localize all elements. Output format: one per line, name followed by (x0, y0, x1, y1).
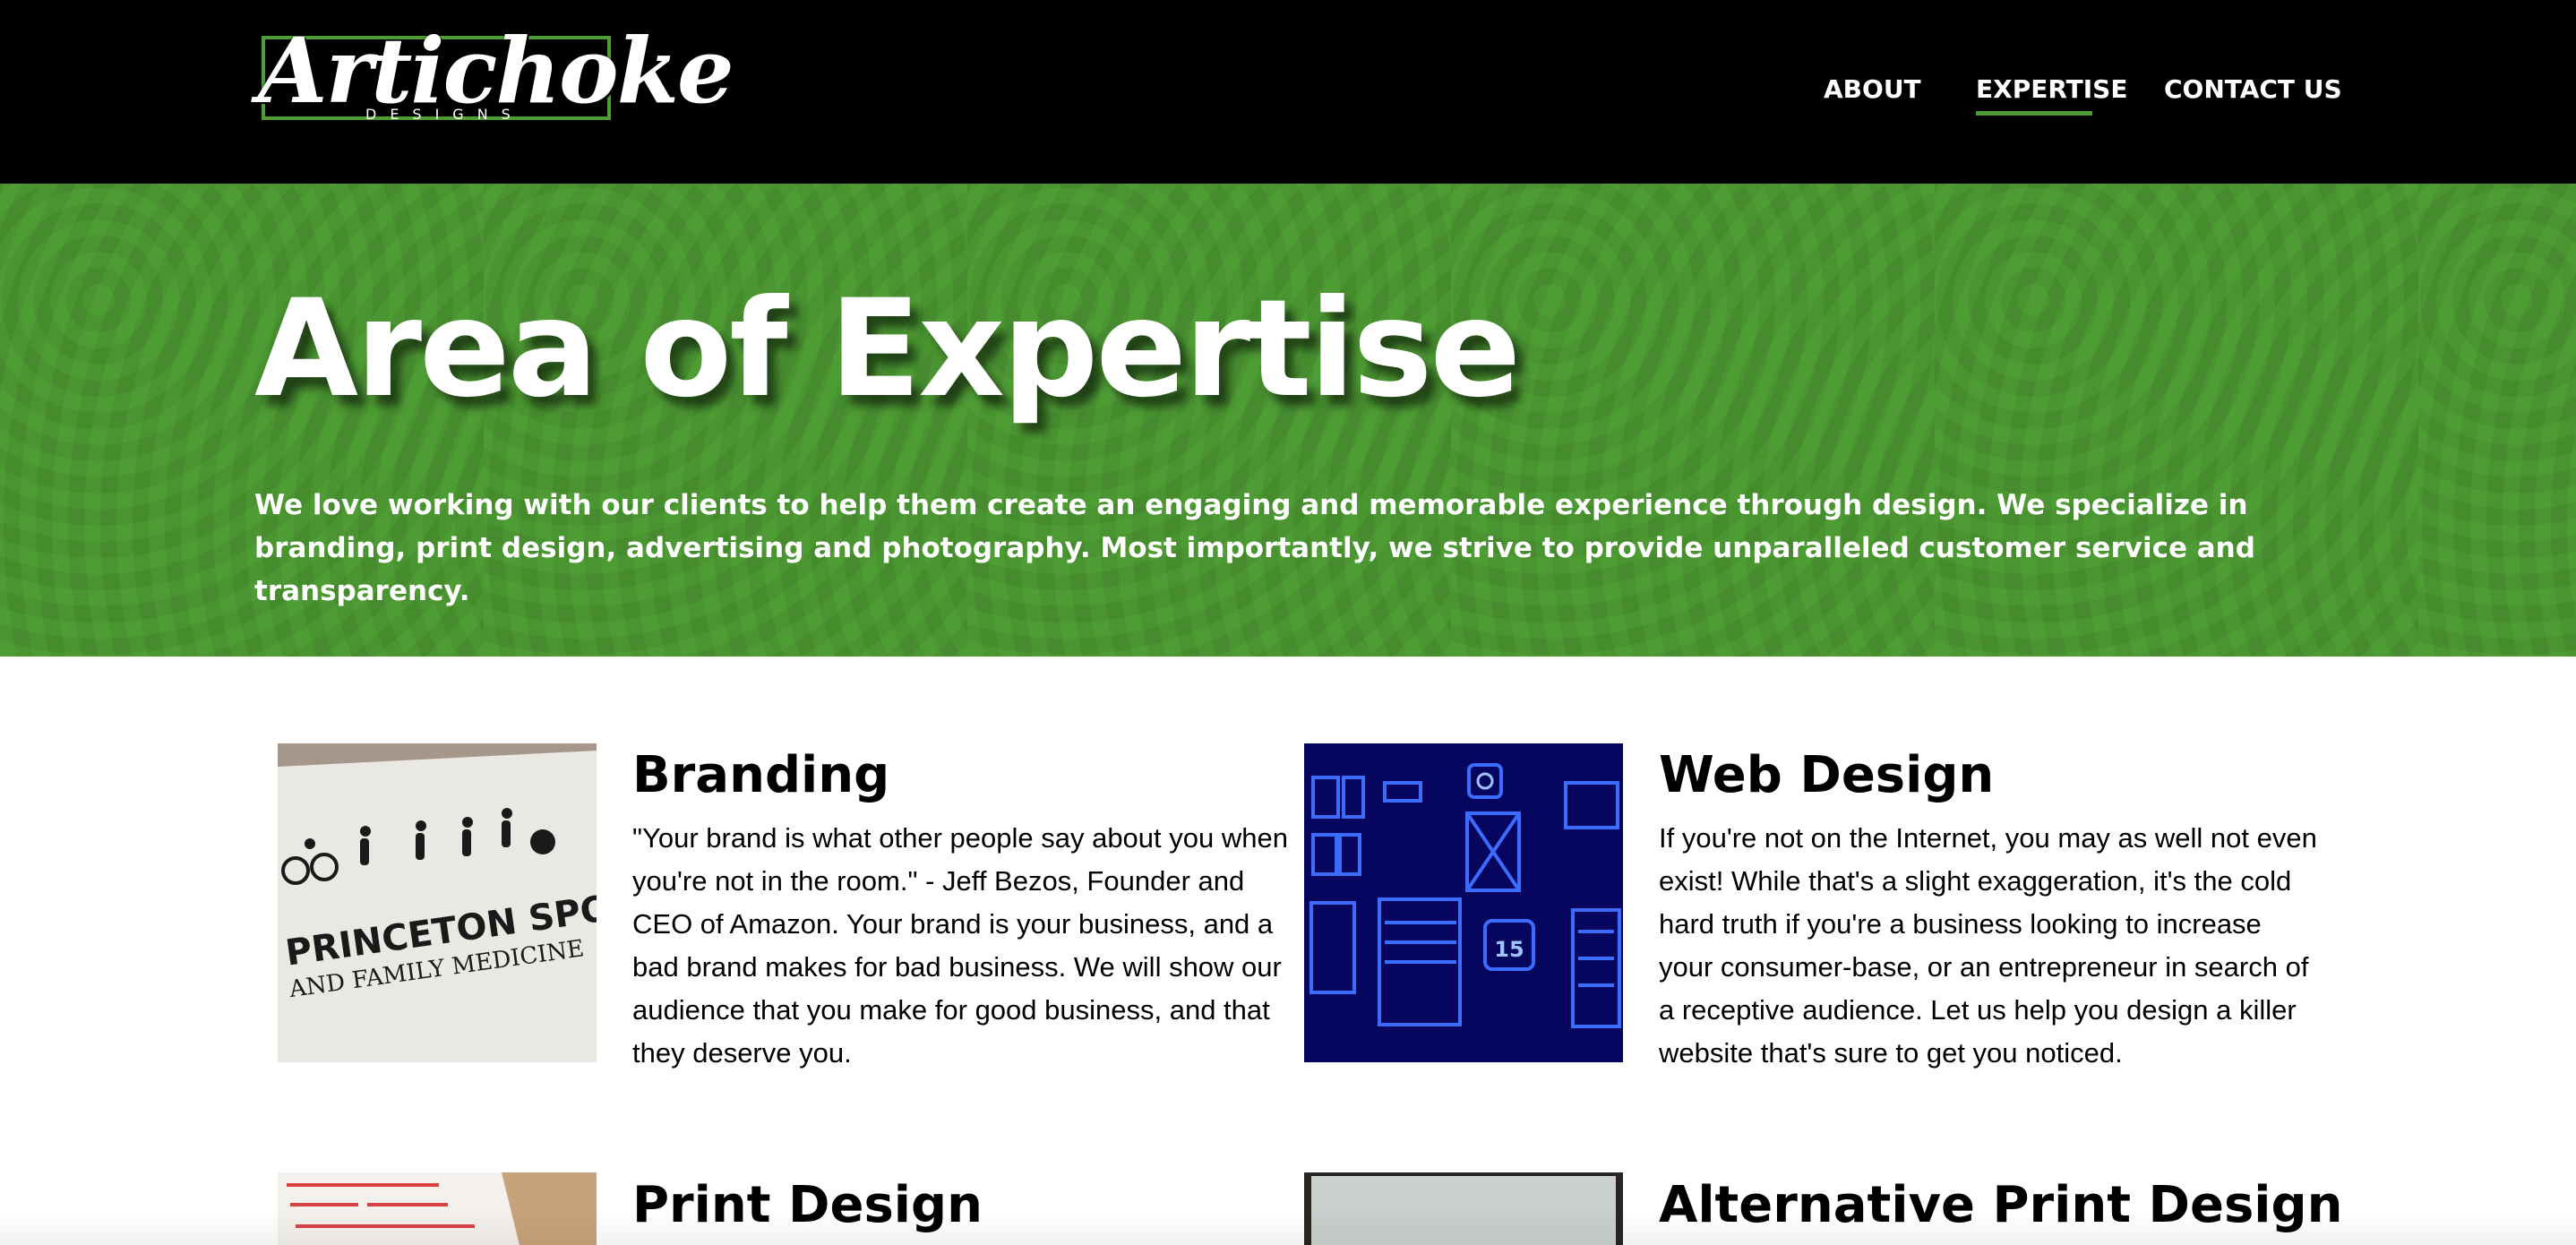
wireframe-sketch-icon (1309, 763, 1621, 1028)
nav-active-indicator (1976, 111, 2092, 116)
branding-title: Branding (632, 746, 890, 804)
web-design-image: 15 (1304, 743, 1623, 1062)
web-design-thumbnail: 15 (1309, 763, 1621, 1028)
hero-intro: We love working with our clients to help… (254, 489, 2255, 607)
branding-image: PRINCETON SPORTS AND FAMILY MEDICINE (278, 743, 597, 1062)
web-design-description: If you're not on the Internet, you may a… (1659, 822, 2317, 1069)
site-header: Artichoke DESIGNS ABOUT EXPERTISE CONTAC… (0, 0, 2576, 184)
nav-contact-us[interactable]: CONTACT US (2164, 72, 2342, 107)
logo-subtitle: DESIGNS (365, 106, 524, 123)
artichoke-designs-logo[interactable]: Artichoke DESIGNS (258, 21, 734, 152)
branding-description: "Your brand is what other people say abo… (632, 822, 1288, 1069)
scroll-fade (0, 1209, 2576, 1245)
calendar-number: 15 (1494, 937, 1524, 962)
branding-thumbnail: PRINCETON SPORTS AND FAMILY MEDICINE (278, 743, 597, 1003)
nav-about[interactable]: ABOUT (1824, 72, 1921, 107)
athlete-silhouettes-icon (281, 808, 555, 885)
web-design-title: Web Design (1659, 746, 1995, 804)
page-title: Area of Expertise (254, 271, 1521, 427)
nav-expertise[interactable]: EXPERTISE (1976, 72, 2127, 107)
